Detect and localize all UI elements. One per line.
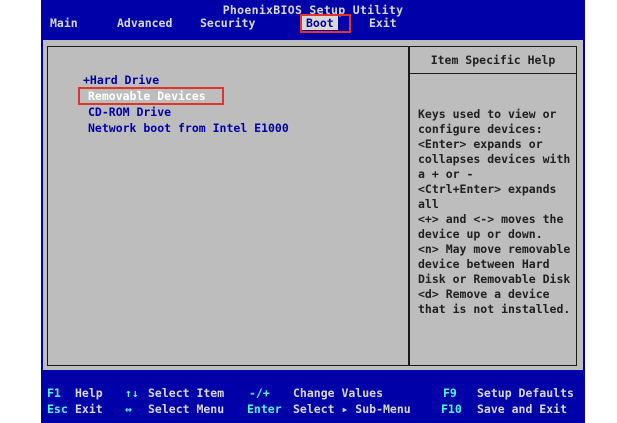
key-select-item-label: Select Item [148, 386, 225, 400]
key-f9: F9 [443, 386, 457, 400]
key-setup-defaults-label: Setup Defaults [477, 386, 574, 400]
content-panel: +Hard Drive Removable Devices CD-ROM Dri… [43, 40, 583, 370]
help-line: <Ctrl+Enter> expands [418, 182, 557, 196]
menu-security[interactable]: Security [200, 16, 255, 30]
help-line: configure devices: [418, 122, 543, 136]
help-line: device between Hard [418, 257, 550, 271]
key-enter: Enter [247, 402, 282, 416]
selection-highlight [78, 87, 224, 105]
key-f1: F1 [47, 386, 61, 400]
help-line: Disk or Removable Disk [418, 272, 571, 286]
key-exit-label: Exit [75, 402, 103, 416]
help-line: <+> and <-> moves the [418, 212, 564, 226]
help-line: <Enter> expands or [418, 137, 543, 151]
help-line: Keys used to view or [418, 107, 557, 121]
boot-item-hard-drive[interactable]: +Hard Drive [83, 73, 159, 87]
help-line: a + or - [418, 167, 474, 181]
key-up-down: ↑↓ [125, 386, 139, 400]
help-line: <d> Remove a device [418, 287, 550, 301]
key-esc: Esc [47, 402, 68, 416]
key-select-submenu-label: Select ▸ Sub-Menu [293, 402, 411, 416]
help-line: device up or down. [418, 227, 543, 241]
help-title: Item Specific Help [410, 47, 576, 74]
boot-order-panel: +Hard Drive Removable Devices CD-ROM Dri… [47, 46, 409, 366]
key-help-label: Help [75, 386, 103, 400]
bios-screen: PhoenixBIOS Setup Utility Main Advanced … [41, 0, 585, 423]
help-line: collapses devices with [418, 152, 571, 166]
key-left-right: ↔ [125, 402, 132, 416]
menu-advanced[interactable]: Advanced [117, 16, 172, 30]
key-minus-plus: -/+ [249, 386, 270, 400]
menu-main[interactable]: Main [50, 16, 78, 30]
boot-item-cd-rom-drive[interactable]: CD-ROM Drive [88, 105, 171, 119]
help-line: all [418, 197, 439, 211]
footer-key-bar: F1 Help ↑↓ Select Item -/+ Change Values… [41, 381, 585, 421]
key-select-menu-label: Select Menu [148, 402, 225, 416]
help-line: <n> May move removable [418, 242, 571, 256]
key-f10: F10 [441, 402, 462, 416]
help-line: that is not installed. [418, 302, 571, 316]
menu-boot-highlight [300, 14, 351, 33]
menu-exit[interactable]: Exit [369, 16, 397, 30]
key-change-values-label: Change Values [293, 386, 384, 400]
boot-item-network-boot[interactable]: Network boot from Intel E1000 [88, 121, 289, 135]
help-panel: Item Specific Help Keys used to view or … [409, 46, 577, 366]
key-save-exit-label: Save and Exit [477, 402, 568, 416]
